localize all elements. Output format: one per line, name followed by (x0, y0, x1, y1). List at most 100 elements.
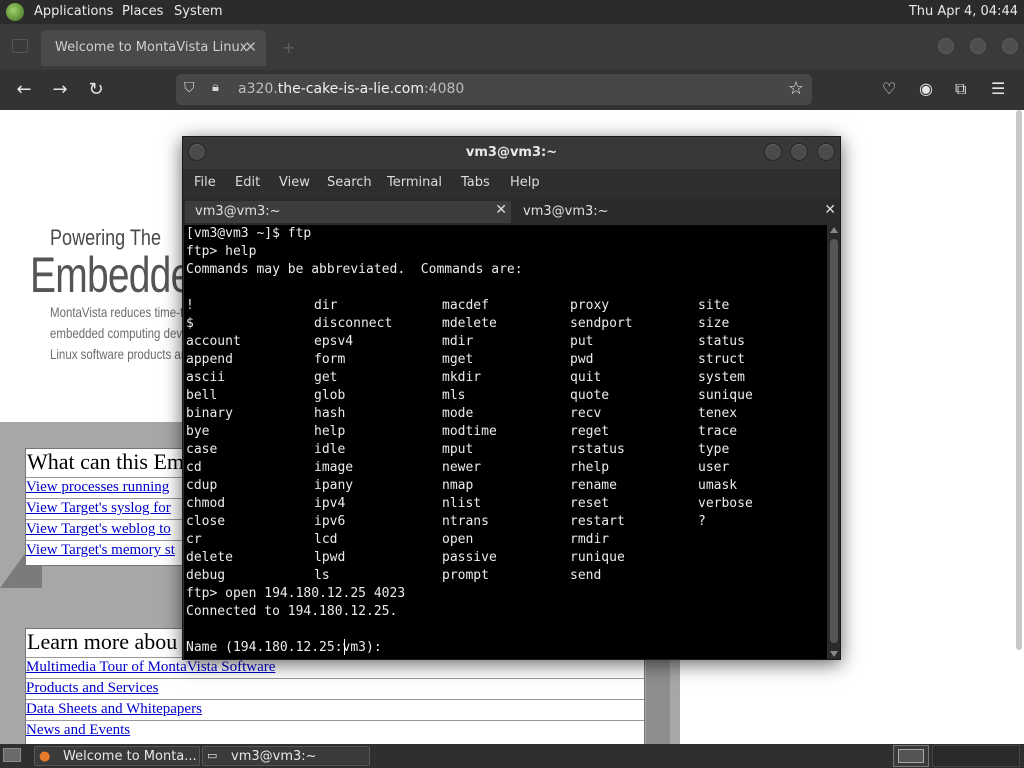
link-data-sheets[interactable]: Data Sheets and Whitepapers (26, 699, 644, 720)
menu-icon[interactable]: ☰ (991, 79, 1005, 98)
ftp-command: modtime (442, 424, 497, 439)
places-menu[interactable]: Places (122, 4, 163, 19)
account-icon[interactable]: ◉ (919, 79, 933, 98)
ftp-command: ipv6 (314, 514, 346, 529)
terminal-titlebar[interactable]: vm3@vm3:~ (183, 137, 840, 169)
ftp-command: prompt (442, 568, 489, 583)
ftp-command: cdup (186, 478, 218, 493)
workspace-switcher[interactable] (893, 745, 929, 767)
menu-help[interactable]: Help (510, 175, 540, 190)
taskbar-label: Welcome to Monta... (63, 749, 197, 764)
terminal-line: ftp> open 194.180.12.25 4023 (186, 586, 406, 601)
terminal-output[interactable]: [vm3@vm3 ~]$ ftp ftp> help Commands may … (184, 225, 827, 659)
url-domain: the-cake-is-a-lie.com (277, 81, 424, 97)
scrollbar-thumb[interactable] (830, 239, 838, 643)
ftp-command: send (570, 568, 602, 583)
lock-icon[interactable]: 🔒︎ (212, 80, 219, 95)
taskbar-browser[interactable]: ● Welcome to Monta... (34, 746, 200, 766)
ftp-command: sunique (698, 388, 753, 403)
ftp-command: user (698, 460, 730, 475)
url-text[interactable]: a320.the-cake-is-a-lie.com:4080 (238, 81, 464, 97)
maximize-window-button[interactable] (970, 38, 986, 54)
scroll-up-icon[interactable] (830, 227, 838, 233)
close-icon[interactable]: ✕ (824, 202, 836, 218)
browser-tab-active[interactable]: Welcome to MontaVista Linux ✕ (41, 30, 266, 66)
distro-logo-icon[interactable] (6, 3, 24, 21)
ftp-command: put (570, 334, 594, 349)
ftp-command: recv (570, 406, 602, 421)
ftp-command: reget (570, 424, 610, 439)
ftp-command: type (698, 442, 730, 457)
menu-search[interactable]: Search (327, 175, 372, 190)
taskbar-terminal[interactable]: ▭ vm3@vm3:~ (202, 746, 370, 766)
terminal-maximize-button[interactable] (790, 143, 808, 161)
menu-edit[interactable]: Edit (235, 175, 260, 190)
menu-tabs[interactable]: Tabs (461, 175, 490, 190)
text-cursor-icon (344, 639, 346, 655)
shield-icon[interactable]: ⛉ (184, 80, 195, 96)
ftp-command: pwd (570, 352, 594, 367)
ftp-command: form (314, 352, 346, 367)
link-news-events[interactable]: News and Events (26, 720, 644, 741)
ftp-command: mget (442, 352, 474, 367)
ftp-command-list: ! dir macdef proxy site $ disconnect mdelete sen… (184, 297, 827, 585)
link-multimedia-tour[interactable]: Multimedia Tour of MontaVista Software (26, 657, 644, 678)
terminal-menubar: File Edit View Search Terminal Tabs Help (183, 169, 840, 197)
command-row: delete lpwd passive runique (184, 549, 827, 567)
ftp-command: bye (186, 424, 210, 439)
applications-menu[interactable]: Applications (34, 4, 113, 19)
ftp-command: ntrans (442, 514, 489, 529)
workspace-area[interactable] (932, 745, 1020, 767)
forward-icon[interactable]: → (48, 78, 72, 102)
url-port: :4080 (423, 81, 465, 97)
ftp-command: mkdir (442, 370, 482, 385)
ftp-command: get (314, 370, 338, 385)
terminal-line: [vm3@vm3 ~]$ ftp (186, 226, 312, 241)
terminal-tab-label: vm3@vm3:~ (195, 204, 281, 219)
ftp-command: rename (570, 478, 617, 493)
workspace-1[interactable] (898, 749, 924, 763)
terminal-tab-2[interactable]: vm3@vm3:~ ✕ (513, 201, 840, 223)
clock[interactable]: Thu Apr 4, 04:44 (909, 4, 1018, 19)
menu-view[interactable]: View (279, 175, 310, 190)
scroll-down-icon[interactable] (830, 651, 838, 657)
ftp-command: bell (186, 388, 218, 403)
ftp-command: case (186, 442, 218, 457)
ftp-command: cd (186, 460, 202, 475)
close-window-button[interactable] (1002, 38, 1018, 54)
ftp-command: sendport (570, 316, 633, 331)
ftp-command: disconnect (314, 316, 393, 331)
close-tab-icon[interactable]: ✕ (244, 38, 257, 56)
terminal-title: vm3@vm3:~ (465, 145, 558, 160)
new-tab-button[interactable]: + (282, 38, 295, 57)
tab-overview-icon[interactable] (12, 39, 28, 53)
ftp-command: nmap (442, 478, 474, 493)
back-icon[interactable]: ← (12, 78, 36, 102)
menu-terminal[interactable]: Terminal (387, 175, 442, 190)
ftp-command: struct (698, 352, 745, 367)
ftp-command: close (186, 514, 226, 529)
bookmark-star-icon[interactable]: ☆ (788, 78, 804, 99)
show-desktop-icon[interactable] (3, 748, 21, 762)
terminal-scrollbar[interactable] (828, 225, 840, 659)
minimize-window-button[interactable] (938, 38, 954, 54)
link-products-services[interactable]: Products and Services (26, 678, 644, 699)
system-menu[interactable]: System (174, 4, 222, 19)
page-scrollbar[interactable] (1016, 110, 1022, 650)
reload-icon[interactable]: ↻ (84, 78, 108, 102)
pocket-icon[interactable]: ♡ (882, 79, 896, 98)
menu-file[interactable]: File (194, 175, 216, 190)
ftp-command: account (186, 334, 241, 349)
terminal-minimize-button[interactable] (764, 143, 782, 161)
terminal-tab-1[interactable]: vm3@vm3:~ ✕ (185, 201, 511, 223)
terminal-close-button[interactable] (817, 143, 835, 161)
command-row: ! dir macdef proxy site (184, 297, 827, 315)
ftp-command: dir (314, 298, 338, 313)
command-row: ascii get mkdir quit system (184, 369, 827, 387)
command-row: append form mget pwd struct (184, 351, 827, 369)
ftp-command: passive (442, 550, 497, 565)
close-icon[interactable]: ✕ (495, 202, 507, 218)
url-bar[interactable]: ⛉ 🔒︎ a320.the-cake-is-a-lie.com:4080 ☆ (176, 74, 812, 105)
extensions-icon[interactable]: ⧉ (955, 79, 966, 99)
browser-tab-strip: Welcome to MontaVista Linux ✕ + (0, 24, 1024, 70)
